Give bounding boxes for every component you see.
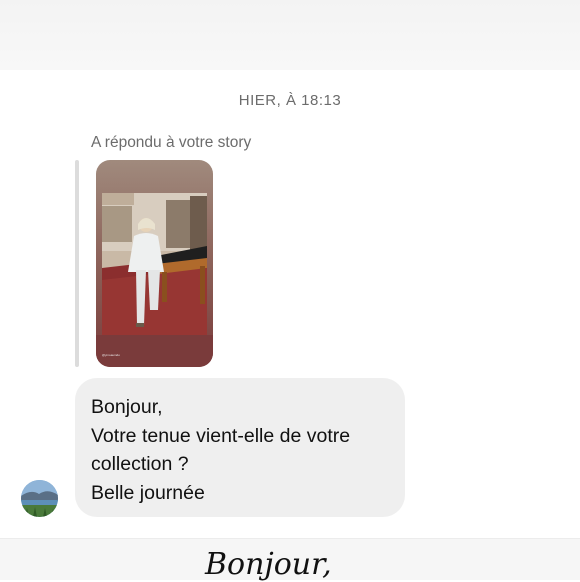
message-line: collection ? (91, 453, 189, 475)
message-timestamp: HIER, À 18:13 (238, 92, 342, 109)
message-bubble[interactable]: Bonjour, Votre tenue vient-elle de votre… (75, 378, 405, 517)
story-caption: @ymoaumdo (102, 353, 120, 357)
reply-indicator-bar (75, 160, 79, 367)
story-reply-label: A répondu à votre story (91, 134, 252, 151)
story-preview[interactable]: @ymoaumdo (96, 160, 213, 367)
sender-avatar[interactable] (21, 480, 58, 517)
next-message-text: Bonjour, (205, 547, 332, 582)
message-line: Belle journée (91, 481, 205, 504)
avatar-landscape-icon (21, 480, 58, 517)
story-photo (96, 193, 213, 367)
message-line: Votre tenue vient-elle de votre (91, 424, 351, 447)
message-line: Bonjour, (91, 396, 163, 418)
top-bar (0, 0, 580, 70)
